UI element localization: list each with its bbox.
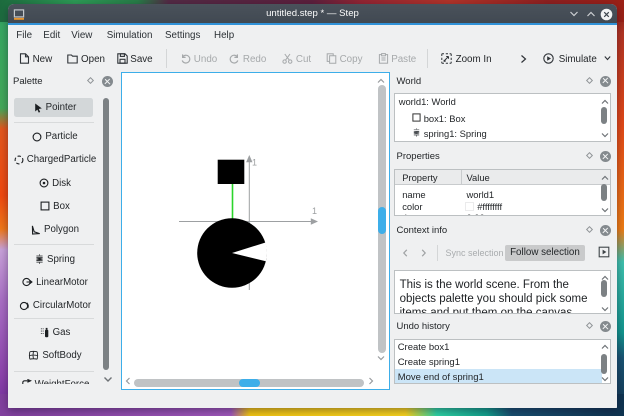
svg-text:1: 1 xyxy=(312,206,317,216)
svg-text:1: 1 xyxy=(252,158,257,168)
